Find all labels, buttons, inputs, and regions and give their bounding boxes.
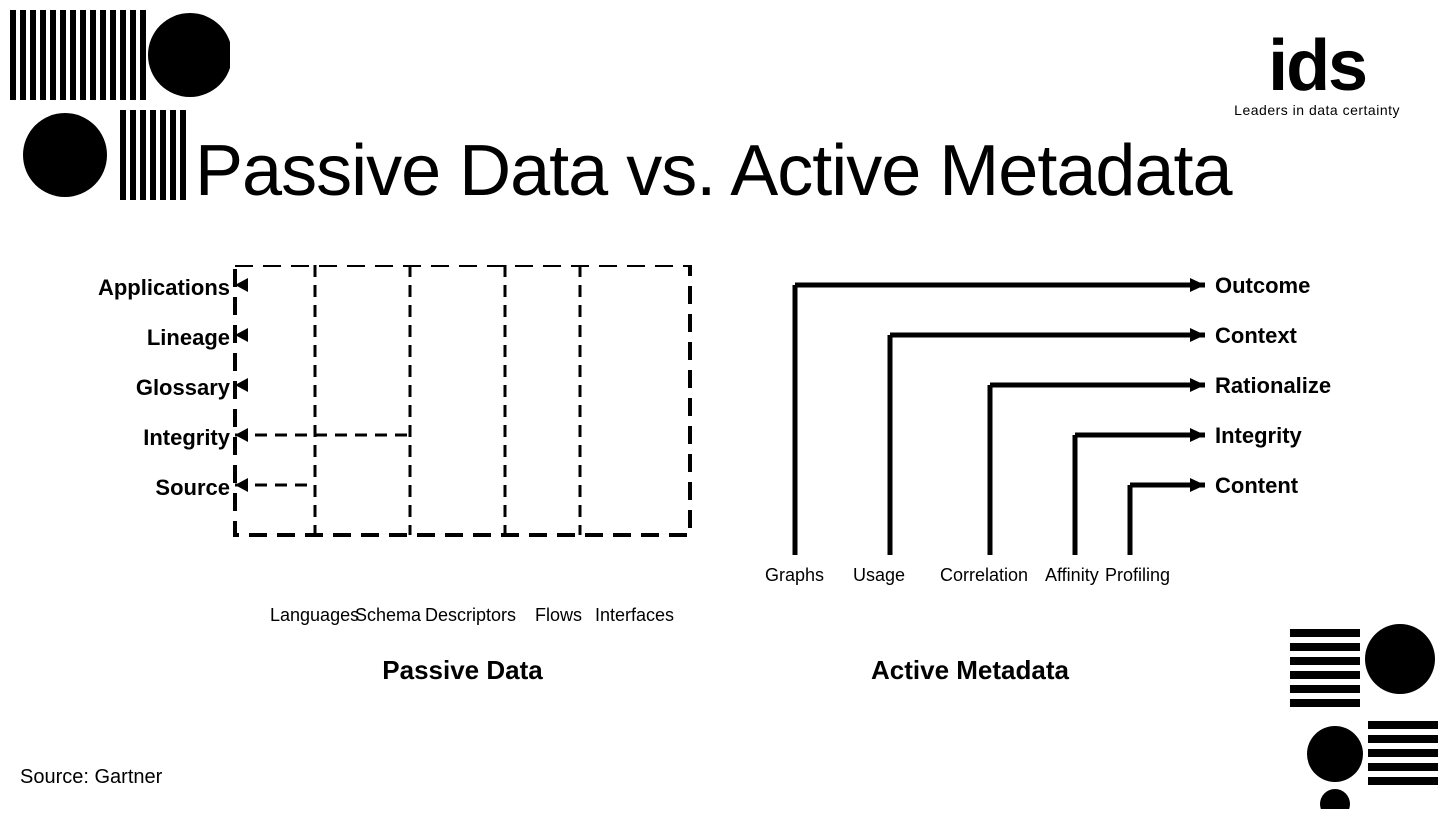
passive-col-label-interfaces: Interfaces — [595, 605, 674, 626]
ids-logo-text: ids — [1234, 30, 1400, 102]
passive-col-label-schema: Schema — [355, 605, 421, 626]
ids-tagline: Leaders in data certainty — [1234, 102, 1400, 118]
passive-label-source: Source — [155, 475, 230, 501]
active-col-label-usage: Usage — [853, 565, 905, 586]
passive-label-applications: Applications — [98, 275, 230, 301]
page-title: Passive Data vs. Active Metadata — [195, 130, 1232, 212]
source-citation: Source: Gartner — [20, 766, 162, 789]
passive-col-label-languages: Languages — [270, 605, 359, 626]
active-label-rationalize: Rationalize — [1215, 373, 1331, 399]
active-title: Active Metadata — [735, 655, 1205, 686]
active-label-context: Context — [1215, 323, 1297, 349]
passive-title: Passive Data — [230, 655, 695, 686]
passive-label-integrity: Integrity — [143, 425, 230, 451]
active-label-content: Content — [1215, 473, 1298, 499]
passive-col-label-flows: Flows — [535, 605, 582, 626]
active-label-integrity: Integrity — [1215, 423, 1302, 449]
active-label-outcome: Outcome — [1215, 273, 1310, 299]
active-col-label-graphs: Graphs — [765, 565, 824, 586]
passive-label-lineage: Lineage — [147, 325, 230, 351]
passive-diagram — [230, 265, 695, 595]
active-col-label-affinity: Affinity — [1045, 565, 1099, 586]
decorative-bottom-right — [1290, 609, 1440, 809]
passive-label-glossary: Glossary — [136, 375, 230, 401]
ids-logo: ids Leaders in data certainty — [1234, 30, 1400, 118]
passive-col-label-descriptors: Descriptors — [425, 605, 516, 626]
active-col-label-profiling: Profiling — [1105, 565, 1170, 586]
active-col-label-correlation: Correlation — [940, 565, 1028, 586]
